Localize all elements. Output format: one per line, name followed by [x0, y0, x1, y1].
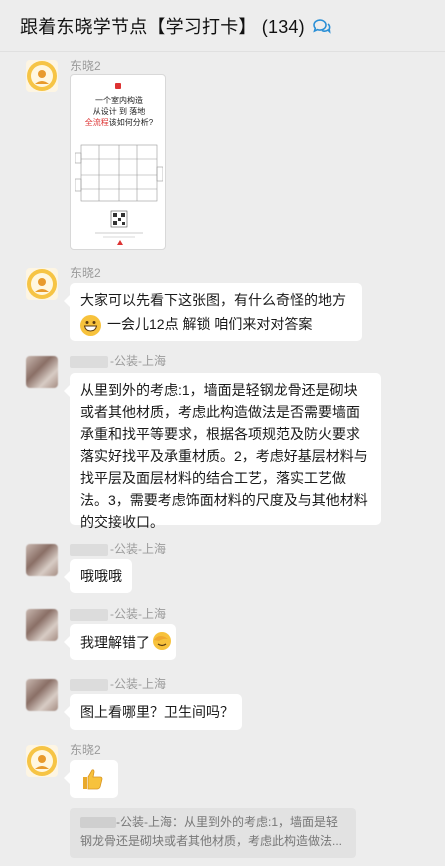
avatar[interactable] — [26, 544, 58, 576]
message-bubble[interactable] — [64, 760, 118, 798]
image-text-line: 从设计 到 落地 — [92, 107, 146, 116]
avatar[interactable] — [26, 679, 58, 711]
thumbs-up-icon — [83, 769, 103, 790]
message-bubble[interactable]: 从里到外的考虑:1，墙面是轻钢龙骨还是砌块或者其他材质，考虑此构造做法是否需要墙… — [64, 373, 381, 530]
avatar-logo-icon — [27, 61, 57, 91]
image-text-line: 全流程 — [84, 118, 109, 127]
quote-sender: -公装-上海： — [116, 815, 184, 829]
grin-emoji-icon — [80, 314, 101, 336]
image-text-line: 一个室内构造 — [95, 96, 143, 105]
sender-name: 东晓2 — [70, 59, 101, 73]
message-text-line: 大家可以先看下这张图，有什么奇怪的地方 — [80, 292, 346, 308]
sender-name: 东晓2 — [70, 266, 101, 280]
message-text: 从里到外的考虑:1，墙面是轻钢龙骨还是砌块或者其他材质，考虑此构造做法是否需要墙… — [80, 382, 368, 530]
chat-title: 跟着东晓学节点【学习打卡】 (134) — [20, 16, 305, 37]
group-chat-icon[interactable] — [311, 16, 331, 36]
avatar[interactable] — [26, 268, 58, 300]
avatar-logo-icon — [27, 269, 57, 299]
chat-header: 跟着东晓学节点【学习打卡】 (134) — [0, 0, 445, 52]
floor-plan-drawing — [75, 144, 163, 245]
message-bubble[interactable]: 图上看哪里？卫生间吗？ — [64, 694, 242, 730]
masked-name — [70, 355, 108, 368]
message-bubble[interactable]: 我理解错了 — [64, 624, 176, 660]
sender-name: -公装-上海 — [70, 675, 166, 692]
shared-image[interactable]: 一个室内构造 从设计 到 落地 全流程该如何分析? — [70, 74, 166, 250]
facepalm-emoji-icon — [152, 631, 172, 657]
sender-name: -公装-上海 — [70, 352, 166, 369]
avatar[interactable] — [26, 609, 58, 641]
message-bubble[interactable]: 大家可以先看下这张图，有什么奇怪的地方 一会儿12点 解锁 咱们来对对答案 — [64, 283, 362, 341]
avatar[interactable] — [26, 60, 58, 92]
sender-name: 东晓2 — [70, 743, 101, 757]
message-text-line: 一会儿12点 解锁 咱们来对对答案 — [107, 316, 313, 332]
message-text: 哦哦哦 — [80, 568, 122, 584]
masked-name — [70, 608, 108, 621]
avatar-logo-icon — [27, 746, 57, 776]
image-text-line: 该如何分析? — [108, 118, 154, 127]
masked-name — [70, 678, 108, 691]
masked-name — [80, 817, 116, 829]
image-logo — [115, 83, 121, 89]
avatar[interactable] — [26, 745, 58, 777]
sender-name: -公装-上海 — [70, 605, 166, 622]
avatar[interactable] — [26, 356, 58, 388]
quoted-message[interactable]: -公装-上海：从里到外的考虑:1，墙面是轻钢龙骨还是砌块或者其他材质，考虑此构造… — [70, 808, 356, 858]
sender-name: -公装-上海 — [70, 540, 166, 557]
message-text: 我理解错了 — [80, 634, 150, 651]
masked-name — [70, 543, 108, 556]
message-bubble[interactable]: 哦哦哦 — [64, 559, 132, 593]
message-text: 图上看哪里？卫生间吗？ — [80, 704, 234, 720]
